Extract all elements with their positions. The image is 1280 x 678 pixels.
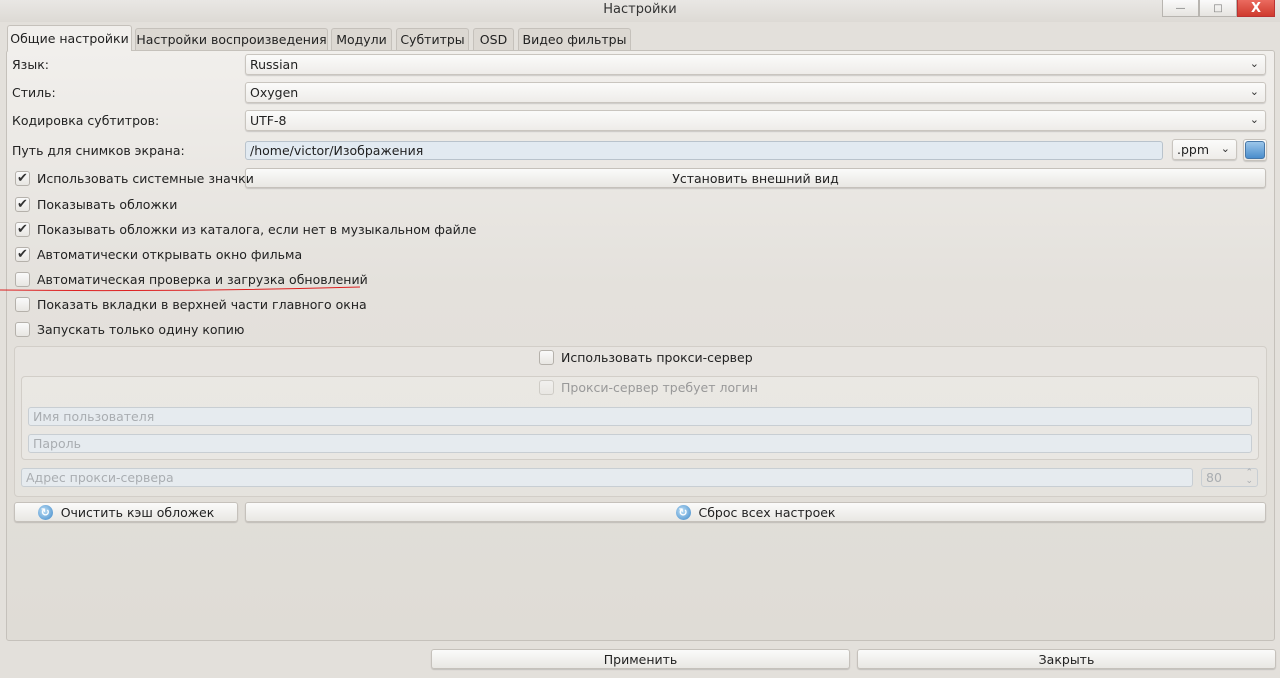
chevron-down-icon: ⌄	[1249, 113, 1259, 126]
folder-icon	[1245, 141, 1265, 159]
checkbox-label: Автоматически открывать окно фильма	[37, 247, 303, 262]
spin-arrows-icon[interactable]: ⌃ ⌄	[1245, 469, 1253, 486]
chevron-down-icon: ⌄	[1249, 85, 1259, 98]
checkbox-use-proxy[interactable]: Использовать прокси-сервер	[539, 350, 753, 365]
screenshot-path-input[interactable]: /home/victor/Изображения	[245, 141, 1163, 160]
proxy-username-input[interactable]: Имя пользователя	[28, 407, 1252, 426]
tab-video-filters[interactable]: Видео фильтры	[518, 28, 631, 50]
screenshot-path-label: Путь для снимков экрана:	[12, 143, 185, 158]
checkbox-label: Запускать только одину копию	[37, 322, 245, 337]
apply-button[interactable]: Применить	[431, 649, 850, 669]
checkbox-proxy-login[interactable]: Прокси-сервер требует логин	[539, 380, 758, 395]
checkbox-box[interactable]	[15, 297, 30, 312]
subtitle-encoding-select[interactable]: UTF-8 ⌄	[245, 110, 1266, 131]
chevron-down-icon: ⌄	[1249, 57, 1259, 70]
close-window-button[interactable]: X	[1237, 0, 1275, 17]
style-label: Стиль:	[12, 85, 56, 100]
proxy-address-input[interactable]: Адрес прокси-сервера	[21, 468, 1193, 487]
refresh-icon: ↻	[37, 504, 53, 520]
proxy-port-spinbox[interactable]: 80 ⌃ ⌄	[1201, 468, 1258, 487]
checkbox-tabs-on-top[interactable]: Показать вкладки в верхней части главног…	[15, 297, 367, 312]
checkbox-label: Показать вкладки в верхней части главног…	[37, 297, 367, 312]
checkbox-label: Использовать прокси-сервер	[561, 350, 753, 365]
reset-all-settings-button[interactable]: ↻ Сброс всех настроек	[245, 502, 1266, 522]
button-label: Сброс всех настроек	[698, 504, 836, 520]
format-value: .ppm	[1177, 142, 1210, 157]
style-select[interactable]: Oxygen ⌄	[245, 82, 1266, 103]
subtitle-encoding-label: Кодировка субтитров:	[12, 113, 160, 128]
browse-folder-button[interactable]	[1243, 139, 1267, 161]
checkbox-system-icons[interactable]: ✔ Использовать системные значки	[15, 171, 254, 186]
checkbox-box[interactable]: ✔	[15, 222, 30, 237]
maximize-button[interactable]: □	[1199, 0, 1237, 17]
checkbox-covers-from-folder[interactable]: ✔ Показывать обложки из каталога, если не…	[15, 222, 476, 237]
tab-osd[interactable]: OSD	[473, 28, 514, 50]
checkbox-box[interactable]: ✔	[15, 247, 30, 262]
checkbox-box[interactable]	[539, 350, 554, 365]
port-value: 80	[1206, 470, 1222, 485]
checkbox-box[interactable]: ✔	[15, 171, 30, 186]
minimize-button[interactable]: —	[1162, 0, 1199, 17]
checkbox-box[interactable]	[539, 380, 554, 395]
language-select[interactable]: Russian ⌄	[245, 54, 1266, 75]
window-title: Настройки	[603, 2, 677, 17]
minimize-icon: —	[1175, 2, 1186, 14]
checkbox-show-covers[interactable]: ✔ Показывать обложки	[15, 197, 177, 212]
refresh-icon: ↻	[675, 504, 691, 520]
close-icon: X	[1250, 0, 1262, 16]
subtitle-encoding-value: UTF-8	[250, 113, 287, 128]
red-underline-annotation	[0, 286, 361, 292]
checkbox-auto-open-video[interactable]: ✔ Автоматически открывать окно фильма	[15, 247, 302, 262]
checkbox-label: Показывать обложки из каталога, если нет…	[37, 222, 477, 237]
checkbox-label: Прокси-сервер требует логин	[561, 380, 758, 395]
clear-cover-cache-button[interactable]: ↻ Очистить кэш обложек	[14, 502, 238, 522]
checkbox-box[interactable]	[15, 322, 30, 337]
proxy-password-input[interactable]: Пароль	[28, 434, 1252, 453]
tab-playback[interactable]: Настройки воспроизведения	[135, 28, 328, 50]
checkbox-single-instance[interactable]: Запускать только одину копию	[15, 322, 244, 337]
maximize-icon: □	[1213, 2, 1223, 14]
screenshot-format-select[interactable]: .ppm ⌄	[1172, 139, 1237, 160]
button-label: Очистить кэш обложек	[60, 504, 215, 520]
tab-modules[interactable]: Модули	[331, 28, 392, 50]
tab-general[interactable]: Общие настройки	[7, 25, 132, 51]
tab-subtitles[interactable]: Субтитры	[396, 28, 469, 50]
language-label: Язык:	[12, 57, 49, 72]
chevron-down-icon: ⌄	[1220, 142, 1230, 155]
close-button[interactable]: Закрыть	[857, 649, 1276, 669]
set-appearance-button[interactable]: Установить внешний вид	[245, 168, 1266, 188]
checkbox-label: Показывать обложки	[37, 197, 178, 212]
language-value: Russian	[250, 57, 299, 72]
style-value: Oxygen	[250, 85, 299, 100]
checkbox-label: Использовать системные значки	[37, 171, 254, 186]
checkbox-box[interactable]: ✔	[15, 197, 30, 212]
